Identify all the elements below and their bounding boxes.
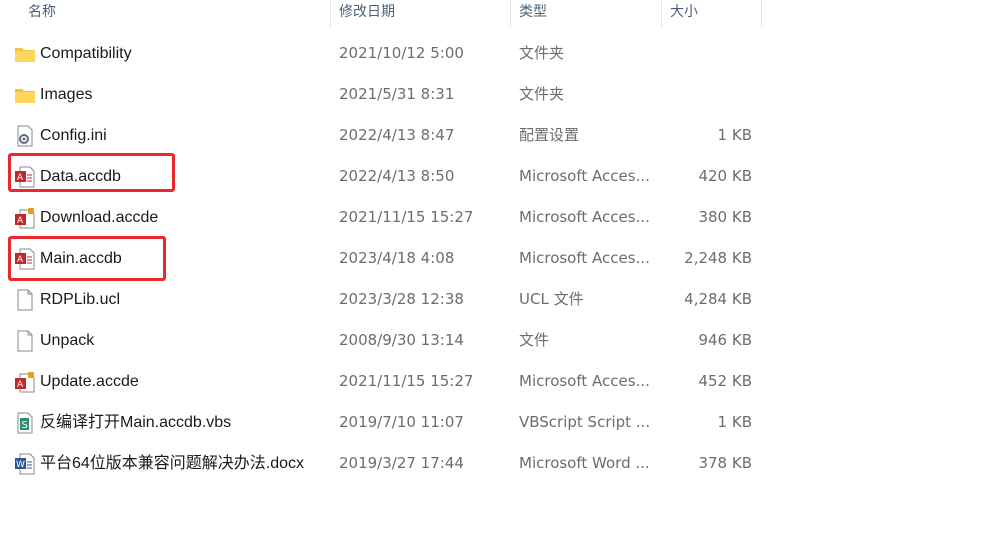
file-size: 946 KB [698,331,752,349]
file-name: Update.accde [40,373,139,390]
file-type: 文件夹 [519,44,565,62]
file-modified: 2022/4/13 8:47 [339,126,455,144]
file-type: Microsoft Acces... [519,372,650,390]
file-type: 文件 [519,331,550,349]
file-modified: 2021/11/15 15:27 [339,372,474,390]
file-type: 文件夹 [519,85,565,103]
file-type: 配置设置 [519,126,580,144]
file-modified: 2008/9/30 13:14 [339,331,464,349]
blank-file-icon [14,330,36,352]
file-size: 1 KB [717,413,752,431]
file-modified: 2023/4/18 4:08 [339,249,455,267]
highlight-box-main-accdb [8,236,166,281]
file-modified: 2021/10/12 5:00 [339,44,464,62]
vbscript-file-icon: S [14,412,36,434]
file-name: Images [40,86,93,103]
svg-text:W: W [16,460,25,470]
file-row[interactable]: A Download.accde 2021/11/15 15:27 Micros… [0,197,984,238]
file-type: Microsoft Word ... [519,454,650,472]
folder-icon [14,84,36,106]
blank-file-icon [14,289,36,311]
file-modified: 2019/7/10 11:07 [339,413,464,431]
file-row[interactable]: Compatibility 2021/10/12 5:00 文件夹 [0,33,984,74]
file-name: 平台64位版本兼容问题解决办法.docx [40,455,305,472]
column-divider[interactable] [761,0,762,27]
svg-text:A: A [17,380,24,390]
folder-icon [14,43,36,65]
file-size: 380 KB [698,208,752,226]
file-row[interactable]: Config.ini 2022/4/13 8:47 配置设置 1 KB [0,115,984,156]
file-name: RDPLib.ucl [40,291,121,308]
column-header-size[interactable]: 大小 [662,0,761,27]
file-modified: 2023/3/28 12:38 [339,290,464,308]
file-modified: 2021/11/15 15:27 [339,208,474,226]
file-size: 378 KB [698,454,752,472]
file-size [662,33,752,74]
file-name: Download.accde [40,209,159,226]
access-locked-database-icon: A [14,371,36,393]
access-locked-database-icon: A [14,207,36,229]
svg-text:S: S [22,420,28,431]
file-row[interactable]: S 反编译打开Main.accdb.vbs 2019/7/10 11:07 VB… [0,402,984,443]
file-size: 452 KB [698,372,752,390]
file-size: 1 KB [717,126,752,144]
file-type: VBScript Script ... [519,413,651,431]
file-name: Compatibility [40,45,132,62]
file-explorer-list: 名称 修改日期 类型 大小 Compatibility 2021/10/12 5… [0,0,984,560]
file-type: Microsoft Acces... [519,249,650,267]
file-name: Unpack [40,332,95,349]
file-modified: 2019/3/27 17:44 [339,454,464,472]
column-header-type[interactable]: 类型 [511,0,661,27]
file-type: UCL 文件 [519,290,584,308]
file-size: 420 KB [698,167,752,185]
file-name: 反编译打开Main.accdb.vbs [40,414,232,431]
word-document-icon: W [14,453,36,475]
highlight-box-data-accdb [8,153,175,192]
file-name: Config.ini [40,127,107,144]
file-size [662,74,752,115]
file-size: 2,248 KB [684,249,752,267]
file-row[interactable]: Unpack 2008/9/30 13:14 文件 946 KB [0,320,984,361]
file-row[interactable]: W 平台64位版本兼容问题解决办法.docx 2019/3/27 17:44 M… [0,443,984,484]
file-modified: 2022/4/13 8:50 [339,167,455,185]
config-file-icon [14,125,36,147]
file-type: Microsoft Acces... [519,208,650,226]
column-header-name[interactable]: 名称 [20,0,330,27]
file-row[interactable]: Images 2021/5/31 8:31 文件夹 [0,74,984,115]
file-type: Microsoft Acces... [519,167,650,185]
file-modified: 2021/5/31 8:31 [339,85,455,103]
column-header-bar: 名称 修改日期 类型 大小 [0,0,984,27]
column-header-modified[interactable]: 修改日期 [331,0,510,27]
file-size: 4,284 KB [684,290,752,308]
file-row[interactable]: A Update.accde 2021/11/15 15:27 Microsof… [0,361,984,402]
svg-text:A: A [17,216,24,226]
file-row[interactable]: RDPLib.ucl 2023/3/28 12:38 UCL 文件 4,284 … [0,279,984,320]
